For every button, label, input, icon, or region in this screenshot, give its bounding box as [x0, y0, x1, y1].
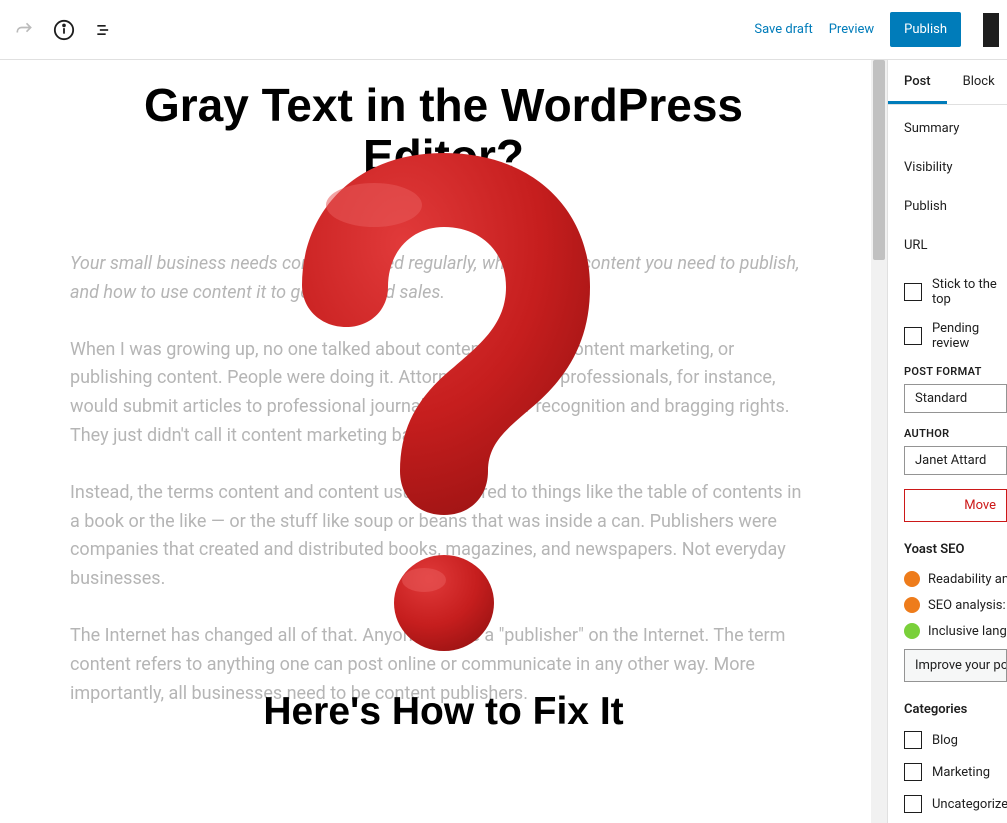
body-paragraph: When I was growing up, no one talked abo…: [70, 336, 807, 451]
panel-summary[interactable]: Summary: [904, 121, 1007, 136]
stick-to-top-row[interactable]: Stick to the top: [904, 277, 1007, 307]
panel-url[interactable]: URL: [904, 238, 1007, 253]
panel-publish[interactable]: Publish: [904, 199, 1007, 214]
topbar-right: Save draft Preview Publish: [754, 12, 999, 47]
readability-row[interactable]: Readability analysis: [904, 571, 1007, 587]
topbar-left: [8, 18, 116, 42]
author-select[interactable]: Janet Attard: [904, 446, 1007, 475]
overlay-subhead: Here's How to Fix It: [0, 690, 887, 734]
seo-row[interactable]: SEO analysis: OK: [904, 597, 1007, 613]
editor-topbar: Save draft Preview Publish: [0, 0, 1007, 60]
intro-paragraph: Your small business needs content create…: [70, 250, 807, 308]
stick-label: Stick to the top: [932, 277, 1007, 307]
redo-icon[interactable]: [12, 18, 36, 42]
cat-checkbox[interactable]: [904, 731, 922, 749]
cat-uncat-row[interactable]: Uncategorized: [904, 795, 1007, 813]
seo-label: SEO analysis: OK: [928, 598, 1007, 613]
overlay-headline: Gray Text in the WordPress Editor?: [70, 80, 817, 181]
improve-post-button[interactable]: Improve your post: [904, 649, 1007, 682]
status-dot-icon: [904, 571, 920, 587]
cat-checkbox[interactable]: [904, 763, 922, 781]
preview-button[interactable]: Preview: [829, 22, 874, 37]
publish-button[interactable]: Publish: [890, 12, 961, 47]
sidebar-tabs: Post Block: [888, 60, 1007, 105]
cat-label: Uncategorized: [932, 797, 1007, 812]
settings-sidebar: Post Block Summary Visibility Publish UR…: [887, 60, 1007, 823]
post-format-label: POST FORMAT: [904, 365, 1007, 378]
pending-review-row[interactable]: Pending review: [904, 321, 1007, 351]
pending-checkbox[interactable]: [904, 327, 922, 345]
stick-checkbox[interactable]: [904, 283, 922, 301]
tab-post[interactable]: Post: [888, 60, 947, 104]
status-dot-icon: [904, 597, 920, 613]
editor-scrollbar[interactable]: [871, 60, 887, 823]
panel-visibility[interactable]: Visibility: [904, 160, 1007, 175]
author-label: AUTHOR: [904, 427, 1007, 440]
body-paragraph: Instead, the terms content and content u…: [70, 479, 807, 594]
cat-label: Blog: [932, 733, 958, 748]
scrollbar-thumb[interactable]: [873, 60, 885, 260]
cat-checkbox[interactable]: [904, 795, 922, 813]
post-content[interactable]: Your small business needs content create…: [70, 250, 807, 736]
cat-label: Marketing: [932, 765, 990, 780]
yoast-title[interactable]: Yoast SEO: [904, 542, 1007, 557]
move-to-trash-button[interactable]: Move: [904, 489, 1007, 522]
inclusive-row[interactable]: Inclusive language: [904, 623, 1007, 639]
cat-blog-row[interactable]: Blog: [904, 731, 1007, 749]
post-format-select[interactable]: Standard: [904, 384, 1007, 413]
pending-label: Pending review: [932, 321, 1007, 351]
status-dot-icon: [904, 623, 920, 639]
categories-title[interactable]: Categories: [904, 702, 1007, 717]
inclusive-label: Inclusive language: [928, 624, 1007, 639]
editor-canvas: Gray Text in the WordPress Editor? Your …: [0, 60, 887, 823]
tab-block[interactable]: Block: [947, 60, 1007, 104]
cat-marketing-row[interactable]: Marketing: [904, 763, 1007, 781]
outline-icon[interactable]: [92, 18, 116, 42]
settings-toggle-icon[interactable]: [983, 13, 999, 47]
readability-label: Readability analysis: [928, 572, 1007, 587]
save-draft-button[interactable]: Save draft: [754, 22, 812, 37]
info-icon[interactable]: [52, 18, 76, 42]
